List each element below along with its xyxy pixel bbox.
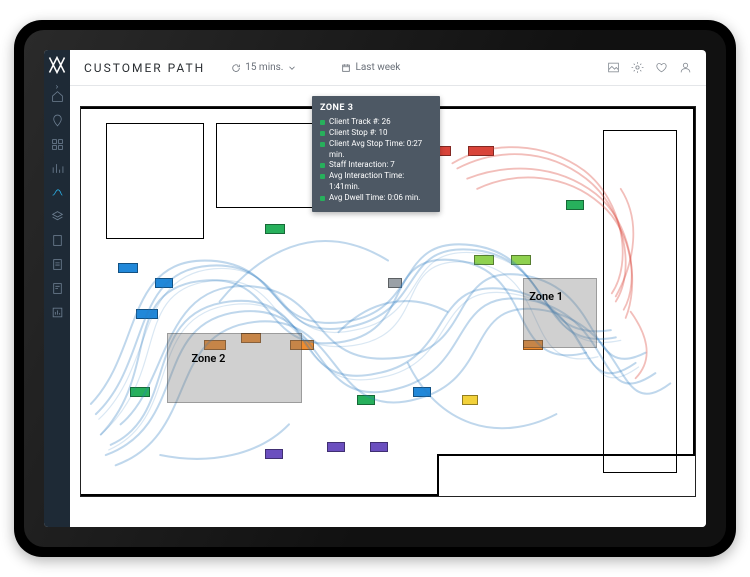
refresh-dropdown[interactable]: 15 mins. (231, 62, 297, 73)
sidebar: › (44, 50, 70, 527)
main-panel: CUSTOMER PATH 15 mins. Last week (70, 50, 706, 527)
image-icon[interactable] (606, 61, 620, 75)
daterange-label: Last week (355, 62, 400, 73)
tooltip-row-4: Avg Interaction Time: 1:41min. (329, 171, 404, 191)
tooltip-title: ZONE 3 (320, 102, 432, 114)
zone-1[interactable] (523, 278, 597, 348)
app-screen: › CUSTOMER PATH 15 mins. Last week (44, 50, 706, 527)
zone-2-label: Zone 2 (192, 352, 226, 365)
user-icon[interactable] (678, 61, 692, 75)
doc3-icon[interactable] (49, 280, 65, 296)
tooltip-row-2: Client Avg Stop Time: 0:27 min. (329, 139, 422, 159)
refresh-label: 15 mins. (245, 62, 283, 73)
zone-2[interactable] (167, 333, 302, 403)
app-logo (48, 56, 66, 74)
calendar-icon (341, 63, 351, 73)
page-title: CUSTOMER PATH (84, 61, 205, 75)
tooltip-row-0: Client Track #: 26 (329, 117, 391, 126)
floorplan-canvas[interactable]: Zone 2 Zone 1 ZONE 3 Client Track #: 26 … (70, 86, 706, 527)
zone-1-label: Zone 1 (529, 290, 563, 303)
toolbar: CUSTOMER PATH 15 mins. Last week (70, 50, 706, 86)
zone-tooltip: ZONE 3 Client Track #: 26 Client Stop #:… (312, 96, 440, 212)
doc-icon[interactable] (49, 232, 65, 248)
tooltip-row-3: Staff Interaction: 7 (329, 160, 395, 169)
tooltip-row-1: Client Stop #: 10 (329, 128, 388, 137)
heart-icon[interactable] (654, 61, 668, 75)
doc2-icon[interactable] (49, 256, 65, 272)
pin-icon[interactable] (49, 112, 65, 128)
layers-icon[interactable] (49, 208, 65, 224)
home-icon[interactable] (49, 88, 65, 104)
path-icon[interactable] (49, 184, 65, 200)
tooltip-row-5: Avg Dwell Time: 0:06 min. (329, 193, 420, 202)
refresh-icon (231, 63, 241, 73)
grid-icon[interactable] (49, 136, 65, 152)
daterange-dropdown[interactable]: Last week (341, 62, 400, 73)
report-icon[interactable] (49, 304, 65, 320)
gear-icon[interactable] (630, 61, 644, 75)
chevron-down-icon (287, 63, 297, 73)
chart-icon[interactable] (49, 160, 65, 176)
